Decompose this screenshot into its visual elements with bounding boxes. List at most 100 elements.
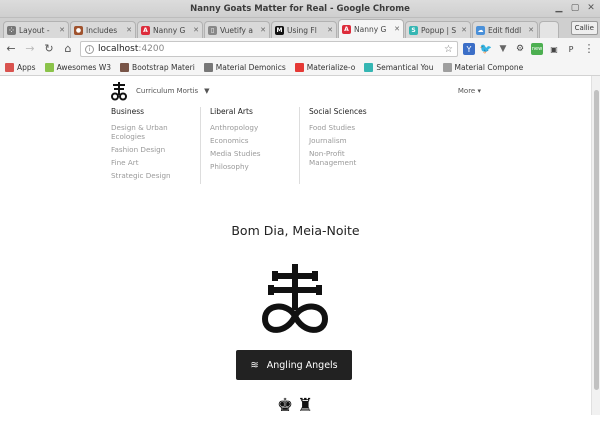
tab-close-icon[interactable]: ✕ bbox=[461, 26, 467, 34]
bookmarks-bar: Apps Awesomes W3 Bootstrap Materi Material … bbox=[0, 60, 600, 76]
browser-tab[interactable]: M Using Fl ✕ bbox=[271, 21, 337, 38]
tab-label: Layout - bbox=[19, 25, 50, 35]
browser-tab[interactable]: A Nanny G ✕ bbox=[137, 21, 203, 38]
bookmark-item[interactable]: Semantical You bbox=[364, 63, 434, 72]
browser-tab[interactable]: ▯ Vuetify a ✕ bbox=[204, 21, 270, 38]
tab-label: Includes bbox=[86, 25, 118, 35]
chess-rook-icon: ♜ bbox=[297, 395, 314, 415]
bookmark-star-icon[interactable]: ☆ bbox=[444, 44, 453, 55]
tab-favicon-icon: A bbox=[342, 24, 351, 34]
menu-link[interactable]: Strategic Design bbox=[111, 171, 192, 180]
menu-link[interactable]: Design & Urban Ecologies bbox=[111, 123, 192, 141]
maximize-icon[interactable]: ▢ bbox=[570, 3, 580, 13]
tab-label: Popup | S bbox=[421, 25, 457, 35]
waves-icon: ≋ bbox=[250, 359, 259, 371]
page-viewport: Curriculum Mortis ▼ More ▾ Business Desig… bbox=[0, 76, 600, 415]
bookmark-label: Bootstrap Materi bbox=[132, 63, 195, 72]
extension-new-icon[interactable]: new bbox=[531, 43, 543, 55]
browser-tab[interactable]: S Popup | S ✕ bbox=[405, 21, 471, 38]
bookmark-item[interactable]: Materialize-o bbox=[294, 63, 356, 72]
menu-link[interactable]: Non-Profit Management bbox=[309, 149, 391, 167]
menu-kebab-icon[interactable]: ⋮ bbox=[582, 42, 596, 56]
bookmark-label: Material Demonics bbox=[215, 63, 286, 72]
browser-tab[interactable]: ● Includes ✕ bbox=[70, 21, 136, 38]
menu-link[interactable]: Anthropology bbox=[210, 123, 291, 132]
window-title: Nanny Goats Matter for Real - Google Chr… bbox=[190, 3, 410, 14]
menu-link[interactable]: Fashion Design bbox=[111, 145, 192, 154]
bookmark-icon bbox=[442, 63, 452, 72]
menu-link[interactable]: Media Studies bbox=[210, 149, 291, 158]
new-tab-button[interactable] bbox=[539, 21, 559, 38]
bookmark-item[interactable]: Bootstrap Materi bbox=[120, 63, 195, 72]
bookmark-icon bbox=[120, 63, 130, 72]
tab-strip: ⁘ Layout - ✕ ● Includes ✕ A Nanny G ✕ ▯ Vuetify a ✕… bbox=[0, 18, 600, 38]
chevron-down-icon[interactable]: ▼ bbox=[204, 87, 209, 95]
menu-link[interactable]: Economics bbox=[210, 136, 291, 145]
tab-label: Using Fl bbox=[287, 25, 317, 35]
tab-favicon-icon: ⁘ bbox=[7, 25, 16, 35]
home-icon[interactable]: ⌂ bbox=[61, 42, 75, 56]
minimize-icon[interactable]: ▁ bbox=[554, 3, 564, 13]
bookmark-label: Material Compone bbox=[454, 63, 524, 72]
tab-close-icon[interactable]: ✕ bbox=[193, 26, 199, 34]
chess-icons: ♚ ♜ bbox=[277, 397, 313, 415]
tab-label: Edit fiddl bbox=[488, 25, 522, 35]
tab-close-icon[interactable]: ✕ bbox=[327, 26, 333, 34]
bookmark-icon bbox=[364, 63, 374, 72]
browser-tab[interactable]: ⁘ Layout - ✕ bbox=[3, 21, 69, 38]
tab-close-icon[interactable]: ✕ bbox=[59, 26, 65, 34]
menu-link[interactable]: Philosophy bbox=[210, 162, 291, 171]
menu-link[interactable]: Food Studies bbox=[309, 123, 391, 132]
sulfur-logo-icon[interactable] bbox=[109, 81, 129, 101]
extension-box-icon[interactable]: ▣ bbox=[548, 43, 560, 55]
close-icon[interactable]: ✕ bbox=[586, 3, 596, 13]
leviathan-cross-icon bbox=[261, 264, 329, 333]
angling-angels-button[interactable]: ≋ Angling Angels bbox=[236, 350, 352, 380]
extension-y-icon[interactable]: Y bbox=[463, 43, 475, 55]
tab-favicon-icon: S bbox=[409, 25, 418, 35]
info-icon[interactable]: i bbox=[85, 44, 94, 54]
extension-gear-icon[interactable]: ⚙ bbox=[514, 43, 526, 55]
profile-button[interactable]: Callie bbox=[570, 21, 598, 35]
tab-favicon-icon: A bbox=[141, 25, 150, 35]
browser-tab[interactable]: ☁ Edit fiddl ✕ bbox=[472, 21, 538, 38]
bookmark-item[interactable]: Awesomes W3 bbox=[44, 63, 112, 72]
bookmark-item[interactable]: Apps bbox=[5, 63, 36, 72]
scrollbar-thumb[interactable] bbox=[594, 90, 599, 390]
forward-icon[interactable]: → bbox=[23, 42, 37, 56]
menu-heading[interactable]: Business bbox=[111, 107, 192, 116]
tab-label: Nanny G bbox=[153, 25, 186, 35]
bookmark-item[interactable]: Material Demonics bbox=[203, 63, 286, 72]
tab-favicon-icon: ● bbox=[74, 25, 83, 35]
more-menu[interactable]: More ▾ bbox=[458, 87, 481, 95]
bookmark-label: Materialize-o bbox=[306, 63, 356, 72]
reload-icon[interactable]: ↻ bbox=[42, 42, 56, 56]
page-scrollbar[interactable] bbox=[591, 76, 600, 415]
brand-name[interactable]: Curriculum Mortis bbox=[136, 87, 198, 95]
browser-tab[interactable]: A Nanny G ✕ bbox=[338, 19, 404, 38]
menu-link[interactable]: Journalism bbox=[309, 136, 391, 145]
back-icon[interactable]: ← bbox=[4, 42, 18, 56]
address-bar[interactable]: i localhost:4200 ☆ bbox=[80, 41, 458, 57]
bookmark-icon bbox=[203, 63, 213, 72]
chess-king-icon: ♚ bbox=[277, 395, 294, 415]
extension-v-icon[interactable]: ▼ bbox=[497, 43, 509, 55]
bookmark-label: Awesomes W3 bbox=[56, 63, 112, 72]
tab-close-icon[interactable]: ✕ bbox=[260, 26, 266, 34]
bookmark-icon bbox=[294, 63, 304, 72]
bookmark-item[interactable]: Material Compone bbox=[442, 63, 524, 72]
extension-p-icon[interactable]: P bbox=[565, 43, 577, 55]
tab-favicon-icon: ☁ bbox=[476, 25, 485, 35]
window-controls: ▁ ▢ ✕ bbox=[554, 3, 596, 13]
bookmark-icon bbox=[5, 63, 14, 72]
tab-close-icon[interactable]: ✕ bbox=[394, 25, 400, 33]
bookmark-label: Apps bbox=[17, 63, 36, 72]
twitter-icon[interactable]: 🐦 bbox=[480, 43, 492, 55]
menu-heading[interactable]: Liberal Arts bbox=[210, 107, 291, 116]
mega-menu: Business Design & Urban Ecologies Fashion … bbox=[111, 107, 408, 184]
tab-close-icon[interactable]: ✕ bbox=[528, 26, 534, 34]
tab-close-icon[interactable]: ✕ bbox=[126, 26, 132, 34]
menu-heading[interactable]: Social Sciences bbox=[309, 107, 391, 116]
menu-link[interactable]: Fine Art bbox=[111, 158, 192, 167]
url-port: :4200 bbox=[138, 44, 165, 54]
